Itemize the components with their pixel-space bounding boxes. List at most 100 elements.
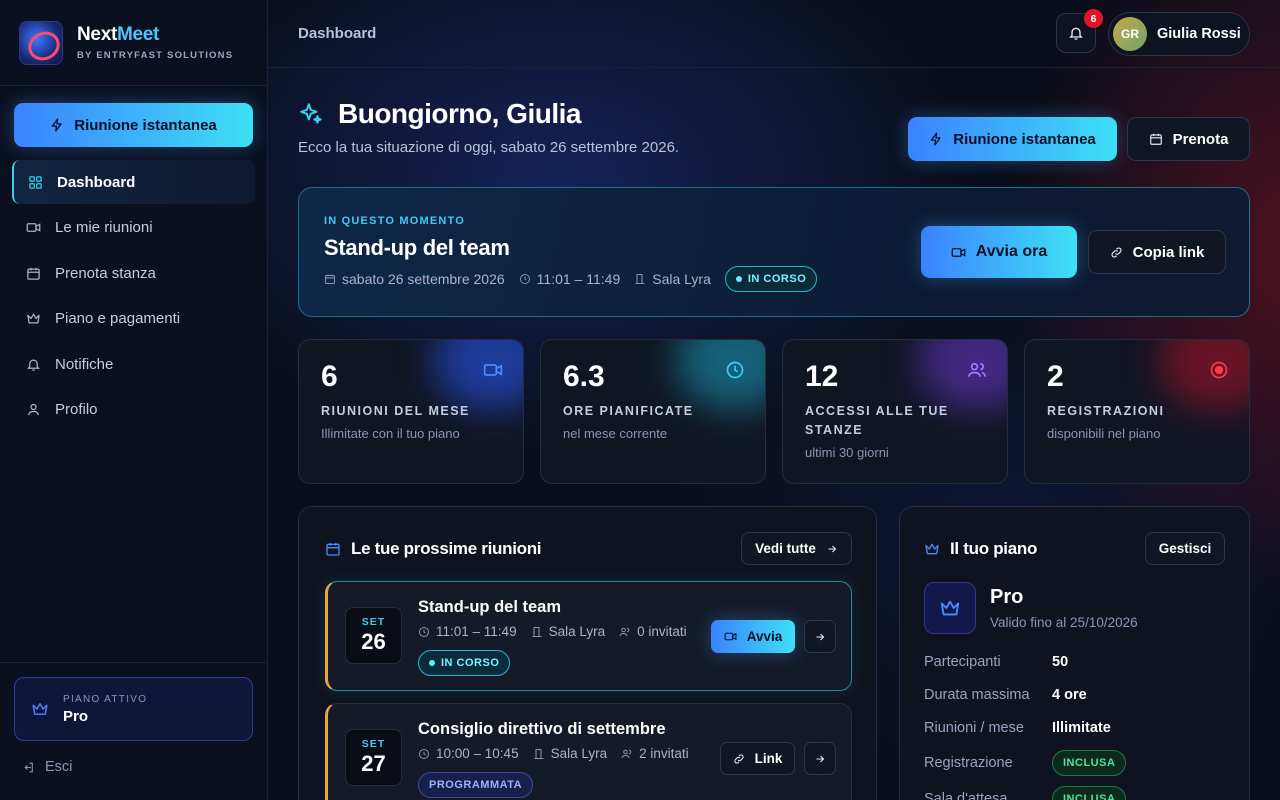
open-meeting-button[interactable] [804, 620, 836, 653]
greeting-title: Buongiorno, Giulia [338, 98, 581, 129]
app-logo [19, 20, 63, 65]
sidebar-instant-meeting-button[interactable]: Riunione istantanea [14, 103, 253, 147]
sparkle-icon [300, 103, 322, 124]
plan-row: Partecipanti 50 [924, 654, 1069, 670]
meeting-title: Stand-up del team [418, 598, 562, 616]
stat-label: REGISTRAZIONI [1047, 404, 1165, 418]
upcoming-meetings-title: Le tue prossime riunioni [351, 539, 542, 558]
plan-card: Il tuo piano Gestisci Pro Valido fino al… [899, 506, 1250, 800]
video-icon [951, 247, 966, 257]
plan-row: Registrazione INCLUSA [924, 750, 1127, 776]
stat-note: ultimi 30 giorni [805, 445, 889, 460]
users-icon [619, 627, 630, 636]
video-icon [483, 364, 503, 376]
calendar-icon [326, 543, 340, 556]
calendar-icon [1149, 133, 1162, 145]
breadcrumb: Dashboard [298, 25, 377, 42]
sidebar-item-profile[interactable]: Profilo [12, 388, 255, 432]
manage-plan-button[interactable]: Gestisci [1145, 532, 1225, 565]
included-badge: INCLUSA [1052, 786, 1127, 800]
meeting-date-tile: SET 27 [345, 729, 402, 786]
active-plan-box[interactable]: PIANO ATTIVO Pro [14, 677, 253, 741]
sidebar: NextMeet BY ENTRYFAST SOLUTIONS Riunione… [0, 0, 268, 800]
status-badge: PROGRAMMATA [418, 772, 534, 798]
upcoming-meetings-card: Le tue prossime riunioni Vedi tutte SET … [298, 506, 877, 800]
stat-note: Illimitate con il tuo piano [321, 426, 460, 441]
brand: NextMeet BY ENTRYFAST SOLUTIONS [0, 0, 267, 86]
current-meeting-room: Sala Lyra [652, 271, 711, 287]
sidebar-item-dashboard[interactable]: Dashboard [12, 160, 255, 204]
bolt-icon [930, 132, 941, 146]
clock-icon [419, 626, 429, 637]
sidebar-item-meetings[interactable]: Le mie riunioni [12, 206, 255, 250]
plan-row: Riunioni / mese Illimitate [924, 720, 1111, 736]
video-icon [26, 223, 41, 232]
plan-row: Sala d'attesa INCLUSA [924, 786, 1127, 800]
bell-icon [26, 359, 41, 371]
clock-icon [519, 274, 530, 284]
meeting-date-tile: SET 26 [345, 607, 402, 664]
stat-card-meetings: 6 RIUNIONI DEL MESE Illimitate con il tu… [298, 339, 524, 484]
calendar-icon [27, 267, 40, 280]
users-icon [621, 749, 632, 758]
stat-value: 12 [805, 360, 839, 393]
door-icon [532, 626, 542, 637]
plan-row: Durata massima 4 ore [924, 687, 1087, 703]
meeting-title: Consiglio direttivo di settembre [418, 720, 666, 738]
arrow-right-icon [816, 755, 825, 762]
meeting-list-item[interactable]: SET 26 Stand-up del team 11:01 – 11:49 S… [325, 581, 852, 691]
users-icon [967, 362, 987, 377]
clock-icon [726, 361, 744, 379]
greeting-subtitle: Ecco la tua situazione di oggi, sabato 2… [298, 139, 680, 156]
notification-count-badge: 6 [1084, 9, 1103, 28]
logout-link[interactable]: Esci [22, 759, 72, 775]
link-icon [1111, 247, 1122, 257]
sidebar-item-plan-payments[interactable]: Piano e pagamenti [12, 297, 255, 341]
open-meeting-button[interactable] [804, 742, 836, 775]
notifications-button[interactable]: 6 [1056, 9, 1103, 53]
grid-icon [29, 175, 42, 189]
included-badge: INCLUSA [1052, 750, 1127, 776]
video-icon [724, 632, 737, 641]
plan-badge [924, 582, 976, 634]
see-all-button[interactable]: Vedi tutte [741, 532, 852, 565]
plan-card-title: Il tuo piano [950, 539, 1038, 558]
link-icon [734, 753, 744, 764]
instant-meeting-button[interactable]: Riunione istantanea [908, 117, 1117, 161]
meeting-link-button[interactable]: Link [720, 742, 795, 775]
sidebar-nav: Dashboard Le mie riunioni Prenota stanza… [12, 160, 255, 433]
start-now-button[interactable]: Avvia ora [921, 226, 1077, 278]
stat-label: ACCESSI ALLE TUE STANZE [805, 404, 949, 437]
brand-subtitle: BY ENTRYFAST SOLUTIONS [77, 50, 234, 61]
current-meeting-kicker: IN QUESTO MOMENTO [324, 215, 466, 227]
current-meeting-date: sabato 26 settembre 2026 [342, 271, 505, 287]
door-icon [635, 274, 645, 284]
user-menu[interactable]: GR Giulia Rossi [1108, 12, 1250, 56]
current-meeting-title: Stand-up del team [324, 235, 510, 260]
sidebar-item-book-room[interactable]: Prenota stanza [12, 251, 255, 295]
plan-name: Pro [990, 586, 1024, 608]
user-icon [27, 403, 40, 416]
book-button[interactable]: Prenota [1127, 117, 1250, 161]
record-icon [1210, 361, 1228, 379]
crown-icon [940, 600, 960, 616]
active-plan-label: PIANO ATTIVO [63, 693, 148, 705]
bell-icon [1069, 27, 1083, 40]
active-plan-value: Pro [63, 707, 89, 725]
meeting-list-item[interactable]: SET 27 Consiglio direttivo di settembre … [325, 703, 852, 800]
stat-card-room-access: 12 ACCESSI ALLE TUE STANZE ultimi 30 gio… [782, 339, 1008, 484]
bolt-icon [51, 118, 62, 132]
user-name: Giulia Rossi [1157, 26, 1241, 42]
arrow-right-icon [816, 633, 825, 640]
current-meeting-time: 11:01 – 11:49 [536, 271, 621, 287]
stat-value: 6.3 [563, 360, 605, 393]
stat-card-recordings: 2 REGISTRAZIONI disponibili nel piano [1024, 339, 1250, 484]
stat-note: nel mese corrente [563, 426, 668, 441]
door-icon [534, 748, 544, 759]
brand-name: NextMeet [77, 24, 160, 45]
copy-link-button[interactable]: Copia link [1088, 230, 1226, 274]
sidebar-item-notifications[interactable]: Notifiche [12, 342, 255, 386]
start-meeting-button[interactable]: Avvia [711, 620, 795, 653]
stat-label: RIUNIONI DEL MESE [321, 404, 470, 418]
status-badge: IN CORSO [724, 266, 818, 292]
